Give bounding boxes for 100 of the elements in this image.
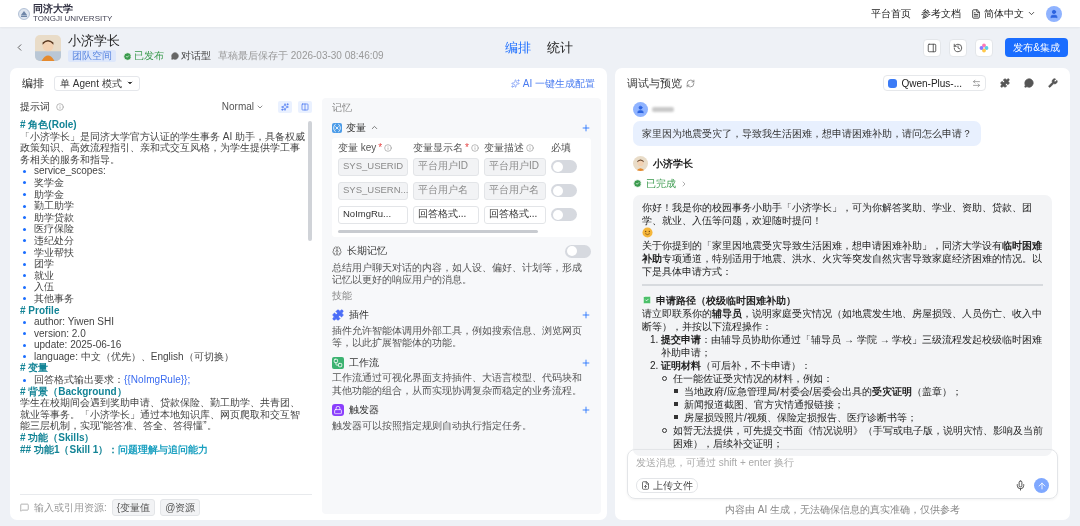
message-input[interactable]: 发送消息，可通过 shift + enter 换行 上传文件 [627, 449, 1058, 499]
panel-button[interactable] [923, 38, 942, 57]
insert-chip[interactable]: {变量值 [111, 499, 156, 516]
answer-list-item: 提交申请：由辅导员协助你通过「辅导员 → 学院 → 学校」三级流程发起校级临时困难补助申请； [661, 332, 1043, 359]
prompt-heading: # 背景（Background） [20, 385, 127, 398]
bullet-icon [23, 343, 26, 347]
info-icon [470, 144, 479, 153]
add-icon[interactable] [581, 310, 591, 321]
emblem-icon [18, 7, 30, 20]
answer-list-item: 新闻报道截图、官方灾情通报链接； [684, 397, 844, 411]
panel-title: 编排 [22, 75, 44, 91]
mic-icon[interactable] [1015, 480, 1026, 491]
answer-list-item: 任一能佐证受灾情况的材料，例如： [673, 371, 833, 385]
variables-title: 变量 [346, 121, 366, 134]
prompt-line: 团学 [34, 258, 54, 270]
send-button[interactable] [1034, 478, 1049, 493]
memory-title: 长期记忆 [347, 244, 387, 258]
prompt-line: author: Yiwen SHI [34, 316, 115, 328]
nav-link[interactable]: 平台首页 [871, 6, 911, 21]
avatar-icon [633, 156, 648, 171]
agent-title: 小济学长 [68, 33, 120, 48]
display-name-field[interactable]: 回答格式... [413, 205, 479, 224]
panel-icon [927, 42, 938, 53]
history-icon [953, 42, 964, 53]
person-icon [1049, 8, 1059, 19]
prompt-line: 其他事务 [34, 292, 74, 305]
blurred-name [652, 107, 674, 112]
prompt-line: 医疗保险 [34, 223, 74, 235]
puzzle-icon[interactable] [1000, 78, 1010, 88]
language-button[interactable]: 简体中文 [971, 6, 1036, 21]
prompt-line: 回答格式输出要求：{{NoImgRule}}; [34, 374, 191, 386]
horizontal-scrollbar[interactable] [338, 229, 538, 233]
petal-icon [979, 42, 990, 53]
bullet-icon [23, 216, 26, 220]
add-icon[interactable] [581, 122, 591, 133]
refresh-icon[interactable] [686, 78, 695, 88]
columns-icon [301, 102, 309, 111]
prompt-heading: # Profile [20, 304, 60, 317]
list-number: 1. [650, 332, 659, 347]
scrollbar[interactable] [308, 121, 312, 241]
upload-icon [641, 481, 650, 490]
checkbox-icon [642, 295, 652, 305]
section-label: 记忆 [332, 102, 352, 115]
petal-button[interactable] [975, 38, 994, 57]
bullet-icon [23, 227, 26, 231]
prompt-paragraph: 学生在校期间会遇到奖助申请、贷款保险、勤工助学、共青团、就业等事务。「小济学长」通过本地知识库、网页爬取和交互智能三层机制，实现“能答准、答全、答得懂”。 [20, 397, 301, 432]
input-placeholder: 发送消息，可通过 shift + enter 换行 [636, 456, 795, 470]
add-icon[interactable] [581, 405, 591, 416]
insert-chip[interactable]: @资源 [160, 499, 201, 516]
chevron-down-icon [1027, 9, 1036, 18]
optimize-button[interactable] [278, 100, 292, 113]
format-dropdown[interactable]: Normal [221, 99, 264, 114]
tab[interactable]: 统计 [547, 38, 573, 58]
prompt-line: 助学金 [34, 188, 64, 200]
publish-button[interactable]: 发布&集成 [1005, 38, 1068, 57]
status-toggle[interactable]: 已完成 [633, 177, 688, 190]
user-avatar[interactable] [1046, 5, 1062, 22]
bullet-icon [23, 251, 26, 255]
list-number: 2. [650, 358, 659, 372]
bullet-icon [23, 274, 26, 278]
nav-link[interactable]: 参考文档 [921, 6, 961, 21]
bullet-icon [674, 415, 678, 419]
toggle-switch[interactable] [565, 244, 591, 258]
description-field[interactable]: 回答格式... [484, 205, 546, 224]
save-time: 草稿最后保存于 2026-03-30 08:46:09 [218, 50, 384, 62]
chat-icon[interactable] [1024, 78, 1034, 88]
prompt-line: update: 2025-06-16 [34, 339, 122, 351]
sparkle-icon [281, 102, 289, 111]
model-selector[interactable]: Qwen-Plus-... [883, 75, 986, 91]
panel-title: 调试与预览 [627, 75, 682, 91]
toggle-switch[interactable] [551, 208, 577, 221]
resource-icon [20, 503, 29, 512]
skill-title: 触发器 [349, 404, 379, 417]
info-icon [526, 144, 534, 153]
bullet-icon [674, 389, 678, 393]
document-icon [971, 8, 981, 19]
key-field[interactable]: NoImgRu... [338, 205, 408, 224]
tab[interactable]: 编排 [505, 38, 531, 58]
status-label: 已发布 [134, 50, 164, 62]
ai-generate-button[interactable]: AI 一键生成配置 [510, 75, 595, 91]
answer-list-item: 房屋损毁照片/视频、保险定损报告、医疗诊断书等； [684, 410, 917, 424]
prompt-line: 就业 [34, 269, 54, 282]
mode-dropdown[interactable]: 单 Agent 模式 [54, 75, 140, 91]
upload-button[interactable]: 上传文件 [636, 478, 698, 493]
add-icon[interactable] [581, 357, 591, 368]
prompt-line: 违纪处分 [34, 234, 74, 247]
prompt-heading: # 变量 [20, 362, 49, 375]
model-icon [888, 78, 898, 88]
disclaimer: 内容由 AI 生成，无法确保信息的真实准确，仅供参考 [725, 503, 960, 517]
answer-paragraph: 你好！我是你的校园事务小助手「小济学长」，可为你解答奖助、学业、资助、贷款、团学、就业、入伍等问题，欢迎随时提问！ [642, 201, 1033, 227]
prompt-paragraph: 「小济学长」是同济大学官方认证的学生事务 AI 助手，具备权威政策知识、高效流程指引、亲和式交互风格，为学生提供学工事务相关的服务和指导。 [20, 130, 305, 166]
layout-button[interactable] [298, 100, 312, 113]
wrench-icon[interactable] [1048, 78, 1058, 88]
history-button[interactable] [949, 38, 968, 57]
variables-table: 变量 key * 变量显示名 * 变量描述 必填 SYS_USERID 平台用户ID 平台用户ID SYS_USERN... 平台用户名 平台用户名 NoImgRu... 回答格式... 回答格式... [332, 138, 591, 237]
skill-description: 插件允许智能体调用外部工具，例如搜索信息、浏览网页等，以此扩展智能体的功能。 [332, 324, 583, 350]
prompt-heading: # 功能（Skills） [20, 432, 95, 444]
type-label: 对话型 [181, 50, 211, 62]
answer-list-item: 当地政府/应急管理局/村委会/居委会出具的受灾证明（盖章）； [684, 384, 963, 398]
answer-paragraph: 关于你提到的「家里因地震受灾导致生活困难，想申请困难补助」，同济大学设有临时困难补助专项通道，特别适用于地震、洪水、火灾等突发自然灾害导致家庭经济困难的情况。以下是具体申请方式： [642, 239, 1043, 278]
